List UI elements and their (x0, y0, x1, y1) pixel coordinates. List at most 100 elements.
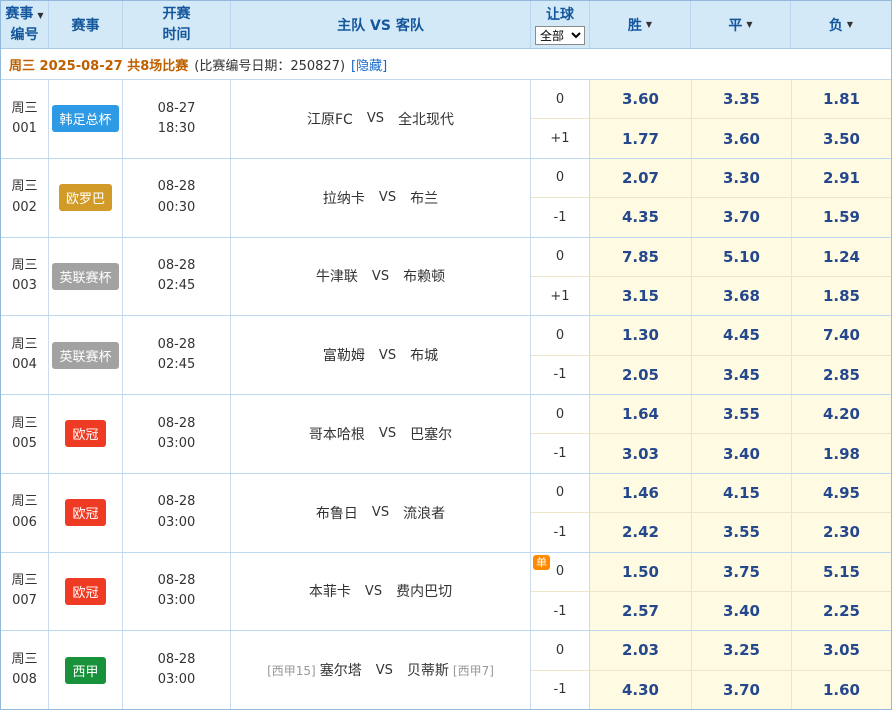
league-cell: 欧罗巴 (49, 159, 123, 237)
odd-draw[interactable]: 4.45 (691, 316, 791, 354)
match-row: 周三007 欧冠 08-2803:00 本菲卡 VS 费内巴切 单 0 1.50… (1, 553, 891, 632)
home-team: 富勒姆 (323, 345, 365, 365)
odds-group: 0 1.64 3.55 4.20 -1 3.03 3.40 1.98 (531, 395, 891, 473)
match-number: 周三002 (1, 159, 49, 237)
odd-draw[interactable]: 3.45 (691, 356, 791, 394)
match-time: 08-2803:00 (123, 553, 231, 631)
handicap-value: 0 (531, 80, 590, 118)
match-row: 周三002 欧罗巴 08-2800:30 拉纳卡 VS 布兰 0 2.07 3.… (1, 159, 891, 238)
odd-win[interactable]: 1.50 (590, 553, 691, 591)
match-time: 08-2802:45 (123, 316, 231, 394)
col-header-match-id-label: 赛事 (5, 6, 33, 22)
odd-lose[interactable]: 4.95 (791, 474, 891, 512)
away-team: 布兰 (410, 188, 438, 208)
odd-lose[interactable]: 7.40 (791, 316, 891, 354)
odd-win[interactable]: 2.03 (590, 631, 691, 669)
match-row: 周三006 欧冠 08-2803:00 布鲁日 VS 流浪者 0 1.46 4.… (1, 474, 891, 553)
odd-lose[interactable]: 2.91 (791, 159, 891, 197)
match-number: 周三008 (1, 631, 49, 709)
home-team: 牛津联 (316, 266, 358, 286)
match-id-sort-arrow-icon[interactable]: ▼ (37, 11, 43, 20)
odd-lose[interactable]: 1.81 (791, 80, 891, 118)
vs-label: VS (372, 269, 389, 284)
handicap-label: 让球 (546, 4, 574, 24)
win-filter-arrow-icon[interactable]: ▼ (646, 20, 652, 29)
vs-label: VS (376, 663, 393, 678)
match-time: 08-2802:45 (123, 238, 231, 316)
col-header-draw: 平▼ (691, 1, 791, 48)
date-summary-text: 周三 2025-08-27 共8场比赛 (9, 55, 188, 74)
odd-lose[interactable]: 1.98 (791, 434, 891, 472)
match-number: 周三007 (1, 553, 49, 631)
odd-draw[interactable]: 3.40 (691, 434, 791, 472)
odd-draw[interactable]: 3.35 (691, 80, 791, 118)
odd-lose[interactable]: 1.60 (791, 671, 891, 709)
odd-draw[interactable]: 3.55 (691, 395, 791, 433)
odd-win[interactable]: 2.07 (590, 159, 691, 197)
odd-win[interactable]: 3.60 (590, 80, 691, 118)
odd-lose[interactable]: 2.30 (791, 513, 891, 551)
odd-draw[interactable]: 3.68 (691, 277, 791, 315)
league-badge: 欧冠 (65, 420, 105, 447)
away-team: 布城 (410, 345, 438, 365)
lose-filter-arrow-icon[interactable]: ▼ (847, 20, 853, 29)
odd-lose[interactable]: 2.85 (791, 356, 891, 394)
odd-lose[interactable]: 1.85 (791, 277, 891, 315)
odd-win[interactable]: 2.42 (590, 513, 691, 551)
handicap-value: 0 (531, 238, 590, 276)
draw-filter-arrow-icon[interactable]: ▼ (746, 20, 752, 29)
odd-win[interactable]: 3.03 (590, 434, 691, 472)
home-team: 哥本哈根 (309, 424, 365, 444)
odd-win[interactable]: 1.77 (590, 119, 691, 157)
odd-lose[interactable]: 4.20 (791, 395, 891, 433)
vs-label: VS (367, 111, 384, 126)
odd-lose[interactable]: 1.24 (791, 238, 891, 276)
odd-win[interactable]: 1.64 (590, 395, 691, 433)
odd-win[interactable]: 7.85 (590, 238, 691, 276)
match-teams: 江原FC VS 全北现代 (231, 80, 531, 158)
odd-draw[interactable]: 3.25 (691, 631, 791, 669)
odd-draw[interactable]: 3.40 (691, 592, 791, 630)
odd-win[interactable]: 1.46 (590, 474, 691, 512)
match-row: 周三004 英联赛杯 08-2802:45 富勒姆 VS 布城 0 1.30 4… (1, 316, 891, 395)
match-number: 周三006 (1, 474, 49, 552)
odd-draw[interactable]: 3.70 (691, 198, 791, 236)
col-header-handicap: 让球 全部 (531, 1, 590, 48)
match-time: 08-2803:00 (123, 395, 231, 473)
handicap-value: 0 (531, 474, 590, 512)
league-badge: 英联赛杯 (52, 342, 118, 369)
league-cell: 英联赛杯 (49, 238, 123, 316)
odd-draw[interactable]: 3.55 (691, 513, 791, 551)
odd-draw[interactable]: 3.75 (691, 553, 791, 591)
odd-lose[interactable]: 5.15 (791, 553, 891, 591)
match-teams: 拉纳卡 VS 布兰 (231, 159, 531, 237)
match-code-note: (比赛编号日期：250827) (194, 55, 345, 74)
table-header: 赛事▼ 编号 赛事 开赛 时间 主队 VS 客队 让球 全部 胜▼ 平▼ 负▼ (1, 1, 891, 49)
odd-win[interactable]: 2.05 (590, 356, 691, 394)
odd-draw[interactable]: 4.15 (691, 474, 791, 512)
odd-win[interactable]: 1.30 (590, 316, 691, 354)
odd-win[interactable]: 4.30 (590, 671, 691, 709)
match-number: 周三004 (1, 316, 49, 394)
col-header-league: 赛事 (49, 1, 123, 48)
odd-lose[interactable]: 3.05 (791, 631, 891, 669)
odd-lose[interactable]: 2.25 (791, 592, 891, 630)
odd-win[interactable]: 2.57 (590, 592, 691, 630)
match-number: 周三005 (1, 395, 49, 473)
odd-win[interactable]: 4.35 (590, 198, 691, 236)
odd-win[interactable]: 3.15 (590, 277, 691, 315)
odds-group: 0 2.07 3.30 2.91 -1 4.35 3.70 1.59 (531, 159, 891, 237)
odd-lose[interactable]: 3.50 (791, 119, 891, 157)
odd-draw[interactable]: 5.10 (691, 238, 791, 276)
vs-label: VS (379, 426, 396, 441)
hide-link[interactable]: [隐藏] (351, 55, 387, 74)
odd-draw[interactable]: 3.70 (691, 671, 791, 709)
odds-group: 单 0 1.50 3.75 5.15 -1 2.57 3.40 2.25 (531, 553, 891, 631)
odd-draw[interactable]: 3.30 (691, 159, 791, 197)
league-cell: 英联赛杯 (49, 316, 123, 394)
match-teams: 哥本哈根 VS 巴塞尔 (231, 395, 531, 473)
odd-draw[interactable]: 3.60 (691, 119, 791, 157)
match-teams: 本菲卡 VS 费内巴切 (231, 553, 531, 631)
handicap-filter-select[interactable]: 全部 (535, 26, 585, 45)
odd-lose[interactable]: 1.59 (791, 198, 891, 236)
